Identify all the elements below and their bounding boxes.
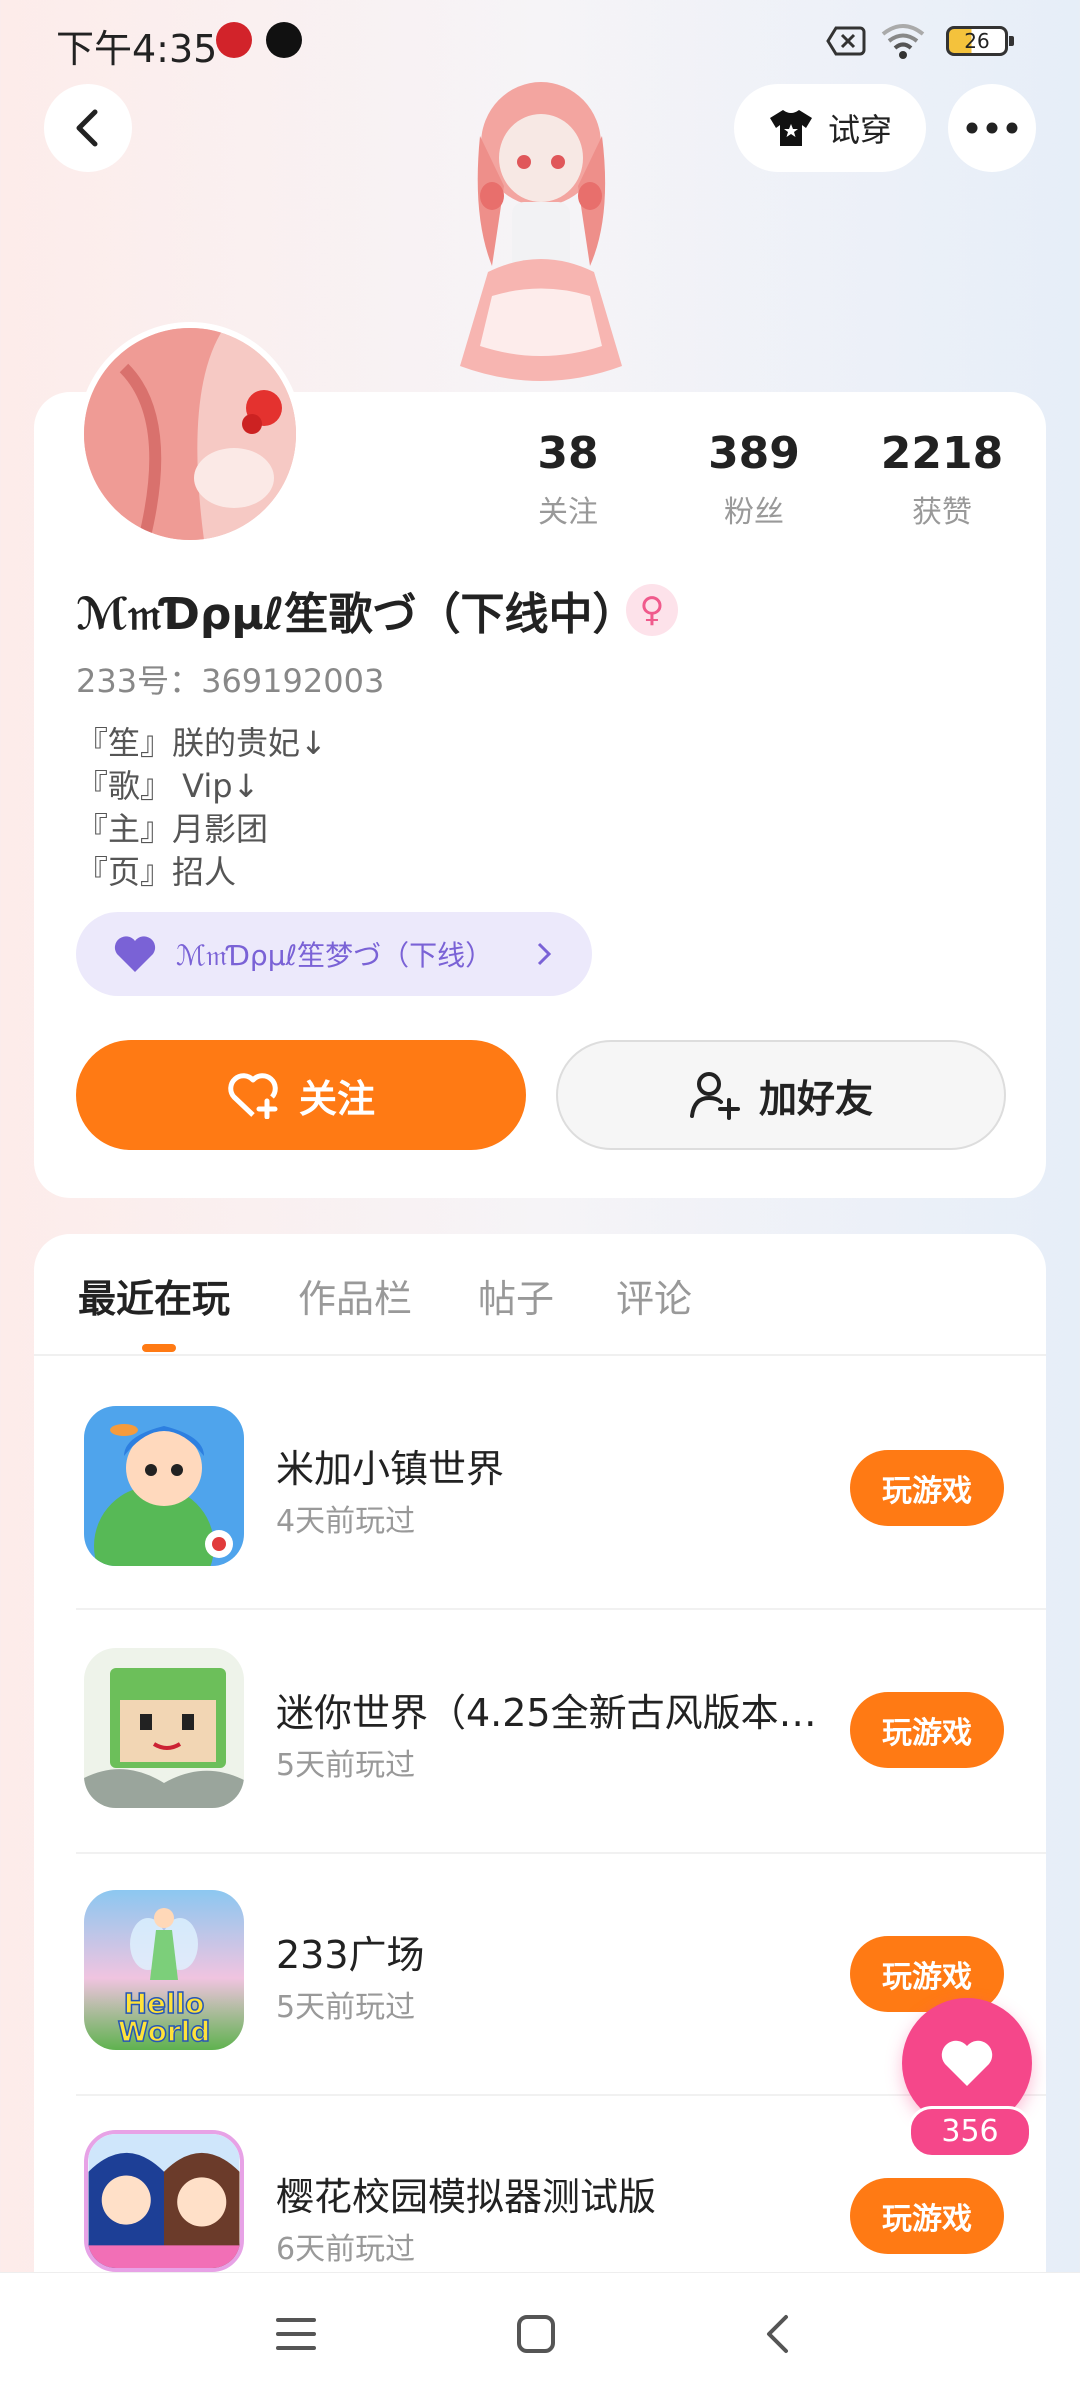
follow-button[interactable]: 关注 [76,1040,526,1150]
stat-likes-label: 获赞 [912,495,972,530]
follow-label: 关注 [298,1076,375,1121]
back-button[interactable] [44,84,132,172]
tab-posts[interactable]: 帖子 [478,1268,554,1323]
more-button[interactable] [948,84,1036,172]
game-title: 233广场 [276,1933,425,1977]
game-title: 樱花校园模拟器测试版 [276,2175,657,2219]
team-badge[interactable]: ℳ𝔪Ɗρμℓ笙梦づ（下线） [76,912,592,996]
more-dots-icon [966,122,1018,134]
heart-add-icon [228,1073,278,1119]
row-divider [76,2094,1046,2096]
game-icon[interactable] [84,2130,244,2272]
stat-following-label: 关注 [538,495,598,530]
fairy-figure [130,1908,198,1980]
try-on-button[interactable]: 试穿 [734,84,926,172]
bio-line: 『歌』 Vip↓ [76,767,260,805]
status-time: 下午4:35 [56,27,218,71]
battery-icon: 26 [946,26,1014,56]
tab-works[interactable]: 作品栏 [298,1268,412,1323]
stat-fans-value: 389 [708,428,800,479]
game-played-time: 6天前玩过 [276,2232,416,2267]
heart-icon [941,2040,993,2086]
stat-fans[interactable]: 389 粉丝 [654,428,854,531]
tab-indicator [142,1344,176,1352]
game-title: 迷你世界（4.25全新古风版本… [276,1691,817,1735]
avatar-image [84,328,296,540]
try-on-label: 试穿 [827,111,892,149]
user-id: 233号：369192003 [76,662,385,700]
tab-recent-play[interactable]: 最近在玩 [78,1268,230,1323]
game-icon-label: Hello World [117,1987,211,2048]
menu-icon[interactable] [276,2316,316,2352]
bio-line: 『主』月影团 [76,810,269,848]
team-name: ℳ𝔪Ɗρμℓ笙梦づ（下线） [176,939,494,972]
user-name: ℳ𝔪Ɗρμℓ笙歌づ（下线中） [76,589,637,640]
tshirt-icon [769,110,812,146]
home-icon[interactable] [516,2314,556,2354]
avatar[interactable] [78,322,302,546]
play-game-button[interactable]: 玩游戏 [850,1692,1004,1768]
tab-comments[interactable]: 评论 [616,1268,692,1323]
add-user-icon [689,1072,740,1120]
stat-following-value: 38 [537,428,599,479]
like-count: 356 [908,2106,1032,2158]
game-title: 米加小镇世界 [276,1447,505,1491]
game-played-time: 4天前玩过 [276,1504,416,1539]
wifi-icon [881,24,925,59]
game-icon[interactable]: Hello World [84,1890,244,2050]
chevron-right-icon [537,942,552,966]
game-played-time: 5天前玩过 [276,1748,416,1783]
female-gender-icon: ♀ [626,584,678,636]
stat-following[interactable]: 38 关注 [468,428,668,531]
game-icon[interactable] [84,1648,244,1808]
heart-icon [114,936,156,972]
tabs-divider [34,1354,1046,1356]
stat-likes[interactable]: 2218 获赞 [842,428,1042,531]
game-played-time: 5天前玩过 [276,1990,416,2025]
tiktok-icon [266,22,302,58]
row-divider [76,1852,1046,1854]
bio-line: 『笙』朕的贵妃↓ [76,724,327,762]
character-avatar-preview[interactable] [432,66,650,396]
game-icon[interactable] [84,1406,244,1566]
play-game-button[interactable]: 玩游戏 [850,1450,1004,1526]
row-divider [76,1608,1046,1610]
add-friend-label: 加好友 [758,1076,873,1121]
chevron-left-icon [76,109,98,147]
sim-blocked-icon [826,26,866,56]
play-game-button[interactable]: 玩游戏 [850,2178,1004,2254]
stat-likes-value: 2218 [880,428,1004,479]
stat-fans-label: 粉丝 [724,495,784,530]
add-friend-button[interactable]: 加好友 [556,1040,1006,1150]
bio-line: 『页』招人 [76,853,237,891]
app-notification-icon [216,22,252,58]
back-nav-icon[interactable] [764,2314,790,2354]
